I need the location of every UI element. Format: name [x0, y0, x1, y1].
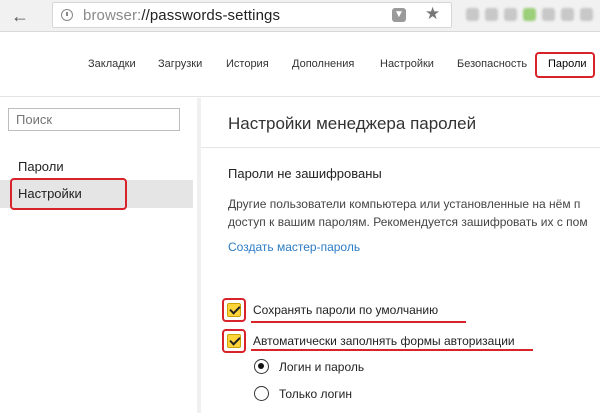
create-master-password-link[interactable]: Создать мастер-пароль [228, 240, 360, 254]
page-title: Настройки менеджера паролей [228, 114, 477, 133]
url-text[interactable]: browser://passwords-settings [83, 7, 280, 24]
tab-passwords-highlight [535, 52, 595, 78]
extensions-area [464, 6, 594, 24]
tab-bookmarks[interactable]: Закладки [88, 58, 136, 70]
extension-icon[interactable] [542, 8, 555, 21]
extension-icon[interactable] [504, 8, 517, 21]
extension-icon[interactable] [523, 8, 536, 21]
description-line: Другие пользователи компьютера или устан… [228, 197, 581, 211]
extension-icon[interactable] [561, 8, 574, 21]
sidebar-settings-highlight [10, 178, 127, 210]
bookmark-star-icon[interactable]: ★ [425, 4, 440, 24]
browser-toolbar: ← browser://passwords-settings ▼ ★ [0, 0, 600, 32]
protect-shield-icon[interactable]: ▼ [392, 8, 406, 22]
main-content: Настройки менеджера паролей Пароли не за… [201, 98, 600, 413]
tab-history[interactable]: История [226, 58, 269, 70]
autofill-underline [251, 349, 533, 351]
back-arrow-icon[interactable]: ← [10, 6, 30, 26]
url-path: //passwords-settings [141, 7, 281, 24]
save-passwords-underline [251, 321, 466, 323]
login-only-radio[interactable] [254, 386, 269, 401]
extension-icon[interactable] [580, 8, 593, 21]
section-title: Пароли не зашифрованы [228, 166, 382, 181]
tab-downloads[interactable]: Загрузки [158, 58, 202, 70]
save-passwords-label[interactable]: Сохранять пароли по умолчанию [253, 303, 438, 317]
login-only-label[interactable]: Только логин [279, 387, 352, 401]
sidebar-item-passwords[interactable]: Пароли [0, 153, 193, 181]
url-scheme: browser: [83, 7, 142, 24]
title-divider [201, 147, 600, 148]
section-description: Другие пользователи компьютера или устан… [228, 195, 600, 231]
settings-tab-bar: Закладки Загрузки История Дополнения Нас… [0, 33, 600, 97]
page-info-icon[interactable] [61, 9, 73, 21]
tab-security[interactable]: Безопасность [457, 58, 527, 70]
tab-settings[interactable]: Настройки [380, 58, 434, 70]
sidebar: Пароли Настройки [0, 98, 197, 413]
autofill-label[interactable]: Автоматически заполнять формы авторизаци… [253, 334, 515, 348]
description-line: доступ к вашим паролям. Рекомендуется за… [228, 215, 588, 229]
save-passwords-checkbox[interactable] [227, 303, 241, 317]
extension-icon[interactable] [485, 8, 498, 21]
login-and-password-label[interactable]: Логин и пароль [279, 360, 364, 374]
extension-icon[interactable] [466, 8, 479, 21]
login-and-password-radio[interactable] [254, 359, 269, 374]
autofill-checkbox[interactable] [227, 334, 241, 348]
search-input[interactable] [8, 108, 180, 131]
browser-window: ← browser://passwords-settings ▼ ★ Закла… [0, 0, 600, 413]
tab-addons[interactable]: Дополнения [292, 58, 354, 70]
address-bar[interactable]: browser://passwords-settings ▼ ★ [52, 2, 452, 28]
